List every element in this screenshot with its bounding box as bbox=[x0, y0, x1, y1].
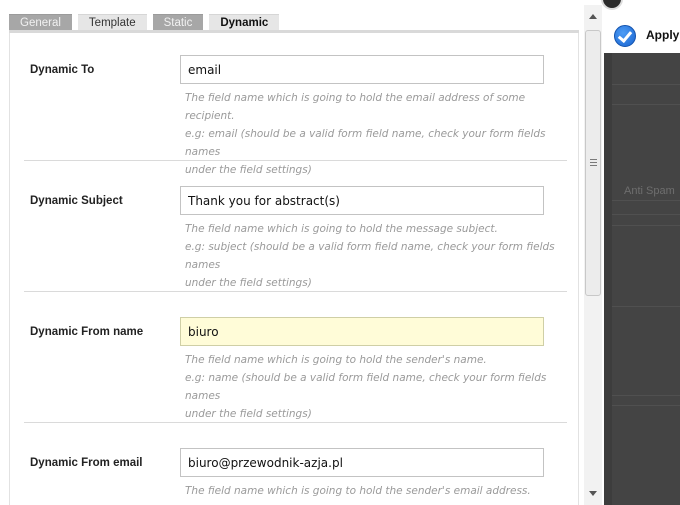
help-line: e.g: email (should be a valid form field… bbox=[185, 128, 546, 158]
background-divider bbox=[612, 306, 680, 307]
field-help: The field name which is going to hold th… bbox=[185, 351, 565, 423]
tab-general[interactable]: General bbox=[9, 14, 72, 31]
help-line: The field name which is going to hold th… bbox=[185, 485, 531, 497]
background-panel bbox=[612, 53, 680, 505]
field-label: Dynamic From name bbox=[30, 326, 144, 338]
field-row-dynamic-from-name: Dynamic From name The field name which i… bbox=[24, 292, 567, 422]
scroll-thumb[interactable] bbox=[585, 30, 601, 296]
help-line: The field name which is going to hold th… bbox=[185, 354, 487, 366]
tab-template[interactable]: Template bbox=[77, 14, 147, 31]
background-divider bbox=[612, 214, 680, 215]
tab-bar: General Template Static Dynamic bbox=[9, 14, 280, 31]
background-divider bbox=[612, 395, 680, 396]
grip-icon bbox=[590, 159, 597, 167]
apply-label: Apply bbox=[646, 28, 680, 42]
field-label: Dynamic From email bbox=[30, 457, 143, 469]
background-antispam-label: Anti Spam bbox=[624, 185, 675, 197]
background-page: Anti Spam bbox=[604, 0, 680, 505]
background-divider bbox=[612, 405, 680, 406]
vertical-scrollbar[interactable] bbox=[584, 5, 602, 505]
background-divider bbox=[612, 200, 680, 201]
field-help: The field name which is going to hold th… bbox=[185, 482, 565, 500]
dynamic-to-input[interactable] bbox=[180, 55, 544, 84]
dynamic-from-name-input[interactable] bbox=[180, 317, 544, 346]
field-row-dynamic-from-email: Dynamic From email The field name which … bbox=[24, 423, 567, 505]
field-row-dynamic-subject: Dynamic Subject The field name which is … bbox=[24, 161, 567, 291]
apply-button[interactable]: Apply bbox=[604, 22, 680, 50]
scroll-up-icon[interactable] bbox=[589, 14, 597, 19]
tab-dynamic[interactable]: Dynamic bbox=[209, 14, 280, 31]
background-divider bbox=[612, 225, 680, 226]
check-circle-icon bbox=[614, 25, 636, 47]
help-line: e.g: subject (should be a valid form fie… bbox=[185, 241, 555, 271]
field-row-dynamic-to: Dynamic To The field name which is going… bbox=[24, 33, 567, 176]
scroll-down-icon[interactable] bbox=[589, 491, 597, 496]
help-line: under the field settings) bbox=[185, 408, 312, 420]
tab-static[interactable]: Static bbox=[152, 14, 204, 31]
field-label: Dynamic To bbox=[30, 64, 95, 76]
field-help: The field name which is going to hold th… bbox=[185, 220, 565, 292]
dynamic-subject-input[interactable] bbox=[180, 186, 544, 215]
help-line: The field name which is going to hold th… bbox=[185, 223, 498, 235]
background-divider bbox=[612, 104, 680, 105]
help-line: under the field settings) bbox=[185, 277, 312, 289]
dynamic-settings-panel: Dynamic To The field name which is going… bbox=[9, 33, 579, 505]
background-divider bbox=[612, 84, 680, 85]
help-line: e.g: name (should be a valid form field … bbox=[185, 372, 547, 402]
help-line: The field name which is going to hold th… bbox=[185, 92, 526, 122]
field-label: Dynamic Subject bbox=[30, 195, 123, 207]
dynamic-from-email-input[interactable] bbox=[180, 448, 544, 477]
